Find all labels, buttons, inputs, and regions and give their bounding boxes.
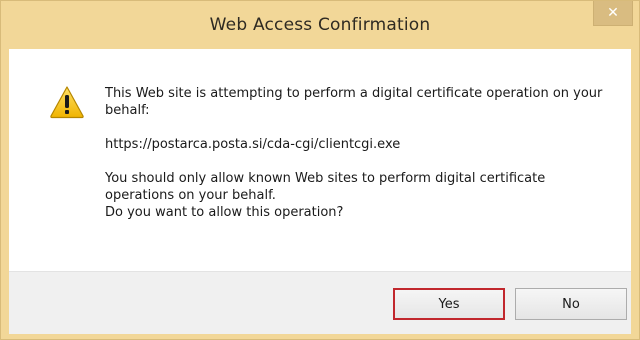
dialog-title: Web Access Confirmation [209,15,431,35]
no-button[interactable]: No [515,288,627,320]
warning-icon [50,86,84,119]
dialog-content: This Web site is attempting to perform a… [9,49,631,271]
question-text: Do you want to allow this operation? [105,205,344,220]
message-intro: This Web site is attempting to perform a… [105,86,603,118]
site-url: https://postarca.posta.si/cda-cgi/client… [105,137,401,152]
close-button[interactable]: ✕ [593,1,633,26]
dialog-window: Web Access Confirmation ✕ This Web site … [0,0,640,340]
title-bar: Web Access Confirmation ✕ [1,1,639,49]
message-text: This Web site is attempting to perform a… [105,85,605,221]
message-warning: You should only allow known Web sites to… [105,170,605,221]
button-bar: Yes No [9,271,631,334]
close-icon: ✕ [607,5,619,21]
warning-text: You should only allow known Web sites to… [105,171,546,203]
yes-button[interactable]: Yes [393,288,505,320]
